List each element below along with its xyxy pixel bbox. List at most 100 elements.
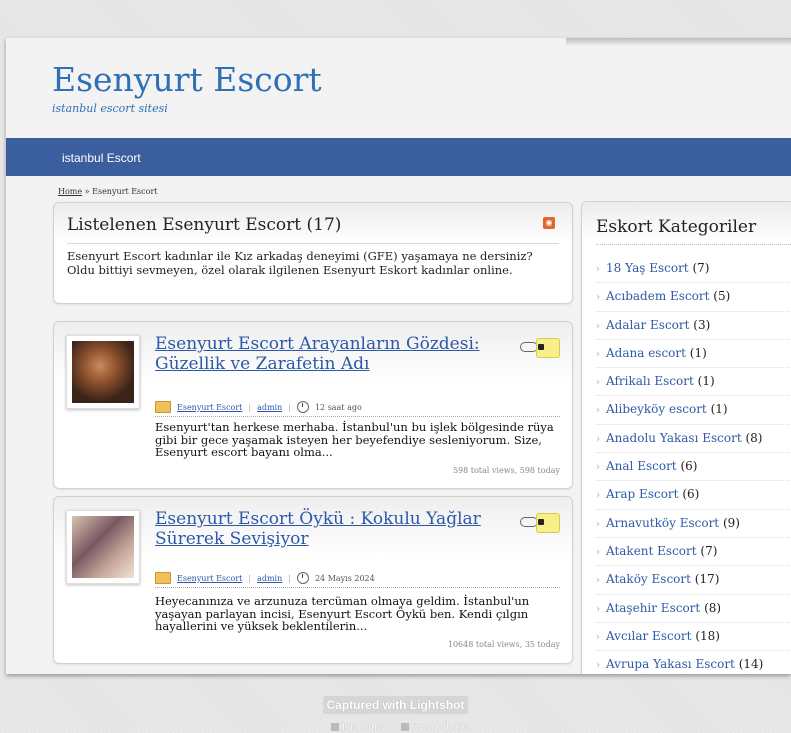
- category-count: (14): [738, 657, 764, 672]
- post-thumbnail[interactable]: [66, 335, 140, 409]
- category-link[interactable]: Alibeyköy escort: [606, 402, 707, 416]
- report-abuse-link[interactable]: report abuse: [412, 722, 468, 733]
- captured-with-lightshot[interactable]: Captured with Lightshot: [322, 696, 469, 714]
- price-tag-icon: [520, 511, 562, 533]
- post-category-link[interactable]: Esenyurt Escort: [177, 403, 242, 412]
- category-item[interactable]: › Atakent Escort (7): [596, 538, 791, 567]
- category-link[interactable]: 18 Yaş Escort: [606, 261, 689, 275]
- chevron-right-icon: ›: [596, 518, 600, 530]
- category-description: Esenyurt Escort kadınlar ile Kız arkadaş…: [67, 249, 533, 277]
- post-meta: Esenyurt Escort | admin | 24 Mayıs 2024: [155, 572, 375, 584]
- chevron-right-icon: ›: [596, 490, 600, 502]
- category-item[interactable]: › Adalar Escort (3): [596, 312, 791, 340]
- post-category-link[interactable]: Esenyurt Escort: [177, 574, 242, 583]
- site-tagline: istanbul escort sitesi: [52, 102, 168, 115]
- post-author-link[interactable]: admin: [257, 403, 282, 412]
- category-count: (5): [713, 289, 731, 304]
- chevron-right-icon: ›: [596, 603, 600, 615]
- rss-icon[interactable]: ◉: [543, 217, 555, 229]
- category-item[interactable]: › Alibeyköy escort (1): [596, 396, 791, 425]
- find-similar-link[interactable]: find similar: [342, 722, 390, 733]
- category-link[interactable]: Acıbadem Escort: [606, 289, 709, 303]
- category-item[interactable]: › Anadolu Yakası Escort (8): [596, 425, 791, 454]
- post-meta: Esenyurt Escort | admin | 12 saat ago: [155, 401, 362, 413]
- category-heading: Listelenen Esenyurt Escort (17): [67, 215, 342, 235]
- folder-icon: [155, 401, 171, 413]
- category-link[interactable]: Adana escort: [606, 346, 686, 360]
- divider: [596, 244, 791, 245]
- category-item[interactable]: › Avrupa Yakası Escort (14): [596, 651, 791, 674]
- category-link[interactable]: Arnavutköy Escort: [606, 516, 719, 530]
- category-link[interactable]: Afrikalı Escort: [606, 374, 694, 388]
- category-item[interactable]: › Adana escort (1): [596, 340, 791, 369]
- category-item[interactable]: › Afrikalı Escort (1): [596, 368, 791, 397]
- category-count: (6): [680, 459, 698, 474]
- folder-icon: [155, 572, 171, 584]
- category-count: (1): [689, 345, 707, 360]
- category-count: (1): [710, 402, 728, 417]
- breadcrumb-current: Esenyurt Escort: [92, 187, 158, 196]
- post-card: Esenyurt Escort Öykü : Kokulu Yağlar Sür…: [53, 496, 573, 664]
- chevron-right-icon: ›: [596, 377, 600, 389]
- clock-icon: [296, 572, 309, 584]
- category-item[interactable]: › Ataşehir Escort (8): [596, 595, 791, 623]
- site-title[interactable]: Esenyurt Escort: [52, 60, 322, 99]
- category-count: (7): [700, 543, 718, 558]
- breadcrumb-home-link[interactable]: Home: [58, 187, 82, 196]
- sidebar-categories: Eskort Kategoriler › 18 Yaş Escort (7) › Ac…: [581, 201, 791, 674]
- category-link[interactable]: Anal Escort: [606, 459, 677, 473]
- chevron-right-icon: ›: [596, 292, 600, 304]
- category-item[interactable]: › Ataköy Escort (17): [596, 566, 791, 595]
- post-author-link[interactable]: admin: [257, 574, 282, 583]
- category-count: (8): [745, 430, 763, 445]
- category-item[interactable]: › Anal Escort (6): [596, 453, 791, 482]
- category-count: (3): [693, 317, 711, 332]
- chevron-right-icon: ›: [596, 405, 600, 417]
- post-excerpt: Esenyurt'tan herkese merhaba. İstanbul'u…: [155, 420, 554, 459]
- sidebar-title: Eskort Kategoriler: [596, 217, 757, 237]
- category-item[interactable]: › Avcılar Escort (18): [596, 623, 791, 652]
- breadcrumb-separator: »: [84, 187, 90, 196]
- divider: [67, 243, 559, 244]
- category-item[interactable]: › Arnavutköy Escort (9): [596, 510, 791, 538]
- category-link[interactable]: Avrupa Yakası Escort: [606, 657, 735, 671]
- category-count: (8): [704, 600, 722, 615]
- category-link[interactable]: Anadolu Yakası Escort: [606, 431, 742, 445]
- lightshot-footer: Captured with Lightshot find similar rep…: [0, 694, 791, 733]
- chevron-right-icon: ›: [596, 320, 600, 332]
- category-intro-box: Listelenen Esenyurt Escort (17) ◉ Esenyu…: [53, 202, 573, 304]
- category-link[interactable]: Arap Escort: [606, 487, 678, 501]
- category-link[interactable]: Avcılar Escort: [606, 629, 691, 643]
- category-item[interactable]: › 18 Yaş Escort (7): [596, 255, 791, 284]
- category-link[interactable]: Atakent Escort: [606, 544, 697, 558]
- chevron-right-icon: ›: [596, 546, 600, 558]
- nav-item-istanbul-escort[interactable]: istanbul Escort: [62, 151, 141, 165]
- post-views: 10648 total views, 35 today: [447, 640, 560, 649]
- category-count: (17): [694, 572, 720, 587]
- chevron-right-icon: ›: [596, 348, 600, 360]
- page-screenshot: Esenyurt Escort istanbul escort sitesi i…: [6, 38, 791, 674]
- chevron-right-icon: ›: [596, 575, 600, 587]
- divider: [155, 587, 560, 588]
- chevron-right-icon: ›: [596, 462, 600, 474]
- clock-icon: [296, 401, 309, 413]
- thumbnail-image: [72, 516, 134, 578]
- post-title-link[interactable]: Esenyurt Escort Arayanların Gözdesi: Güz…: [155, 334, 485, 374]
- category-count: (18): [695, 628, 720, 643]
- category-list: › 18 Yaş Escort (7) › Acıbadem Escort (5) › A…: [596, 255, 791, 674]
- flag-icon: [400, 723, 409, 731]
- post-thumbnail[interactable]: [66, 510, 140, 584]
- chevron-right-icon: ›: [596, 631, 600, 643]
- chevron-right-icon: ›: [596, 264, 600, 275]
- category-item[interactable]: › Acıbadem Escort (5): [596, 283, 791, 312]
- price-tag-icon: [520, 336, 562, 358]
- category-item[interactable]: › Arap Escort (6): [596, 481, 791, 510]
- thumbnail-image: [72, 341, 134, 403]
- category-count: (9): [722, 515, 740, 530]
- category-link[interactable]: Ataköy Escort: [606, 572, 691, 586]
- breadcrumb: Home » Esenyurt Escort: [58, 187, 158, 196]
- post-title-link[interactable]: Esenyurt Escort Öykü : Kokulu Yağlar Sür…: [155, 509, 515, 549]
- nav-bar: istanbul Escort: [6, 138, 791, 176]
- category-link[interactable]: Ataşehir Escort: [606, 601, 700, 615]
- category-link[interactable]: Adalar Escort: [606, 318, 689, 332]
